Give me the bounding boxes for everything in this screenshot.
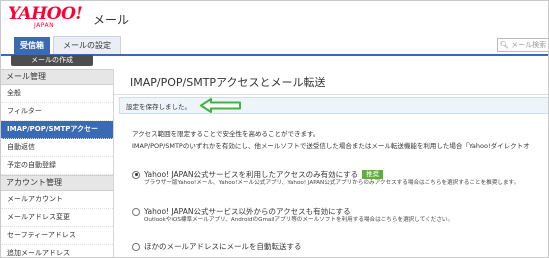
yahoo-logo-sub: JAPAN (34, 22, 55, 29)
tab-inbox[interactable]: 受信箱 (14, 37, 50, 54)
product-name: メール (93, 13, 130, 27)
save-notice-text: 設定を保存しました。 (126, 103, 191, 111)
sidebar-item-schedule-auto-register[interactable]: 予定の自動登録 (1, 157, 113, 175)
save-notice: 設定を保存しました。 (119, 97, 548, 114)
compose-button[interactable]: メールの作成 (11, 55, 93, 66)
radio-auto-forward[interactable] (132, 242, 140, 251)
description-line-2: IMAP/POP/SMTPのいずれかを有効にし、他メールソフトで送受信した場合ま… (132, 142, 530, 150)
radio-allow-other[interactable] (132, 207, 140, 216)
option-allow-other-desc: OutlookやiOS標準メールアプリ、AndroidのGmailアプリ等のメー… (144, 217, 454, 223)
search-input[interactable]: 🔍︎ メール検索 (497, 38, 548, 52)
sidebar-item-general[interactable]: 全般 (1, 85, 113, 103)
sidebar: メール管理 全般 フィルター IMAP/POP/SMTPアクセー 自動返信 予定… (1, 69, 114, 257)
page-title: IMAP/POP/SMTPアクセスとメール転送 (130, 76, 326, 89)
sidebar-item-auto-reply[interactable]: 自動返信 (1, 139, 113, 157)
header: YAHOO! JAPAN メール (1, 1, 548, 34)
search-placeholder: メール検索 (511, 41, 547, 49)
tab-bar: 受信箱 メールの設定 🔍︎ メール検索 (1, 34, 548, 56)
option-official-only-desc: ブラウザー版Yahoo!メール、Yahoo!メール公式アプリ、Yahoo! JA… (144, 180, 520, 186)
description-line-1: アクセス範囲を限定することで安全性を高めることができます。 (132, 130, 320, 138)
sidebar-section-account-management: アカウント管理 (1, 175, 113, 191)
sidebar-item-filter[interactable]: フィルター (1, 103, 113, 121)
sidebar-item-mail-account[interactable]: メールアカウント (1, 191, 113, 209)
radio-official-only[interactable] (132, 170, 140, 179)
search-icon: 🔍︎ (500, 41, 509, 49)
option-auto-forward-label: ほかのメールアドレスにメールを自動転送する (144, 242, 302, 251)
yahoo-logo[interactable]: YAHOO! (8, 5, 83, 23)
sidebar-item-address-change[interactable]: メールアドレス変更 (1, 209, 113, 227)
arrow-left-icon (200, 98, 241, 113)
sidebar-item-safety-address[interactable]: セーフティーアドレス (1, 227, 113, 245)
sidebar-section-mail-management: メール管理 (1, 69, 113, 85)
tab-mail-settings[interactable]: メールの設定 (53, 36, 121, 54)
main-content: IMAP/POP/SMTPアクセスとメール転送 設定を保存しました。 アクセス範… (114, 54, 548, 257)
window: YAHOO! JAPAN メール 受信箱 メールの設定 🔍︎ メール検索 メール… (0, 0, 549, 258)
sidebar-item-additional-address[interactable]: 追加メールアドレス (1, 245, 113, 257)
option-auto-forward[interactable]: ほかのメールアドレスにメールを自動転送する (132, 236, 302, 255)
sidebar-item-imap-pop-smtp[interactable]: IMAP/POP/SMTPアクセー (1, 121, 113, 139)
page-header: IMAP/POP/SMTPアクセスとメール転送 (114, 66, 548, 95)
